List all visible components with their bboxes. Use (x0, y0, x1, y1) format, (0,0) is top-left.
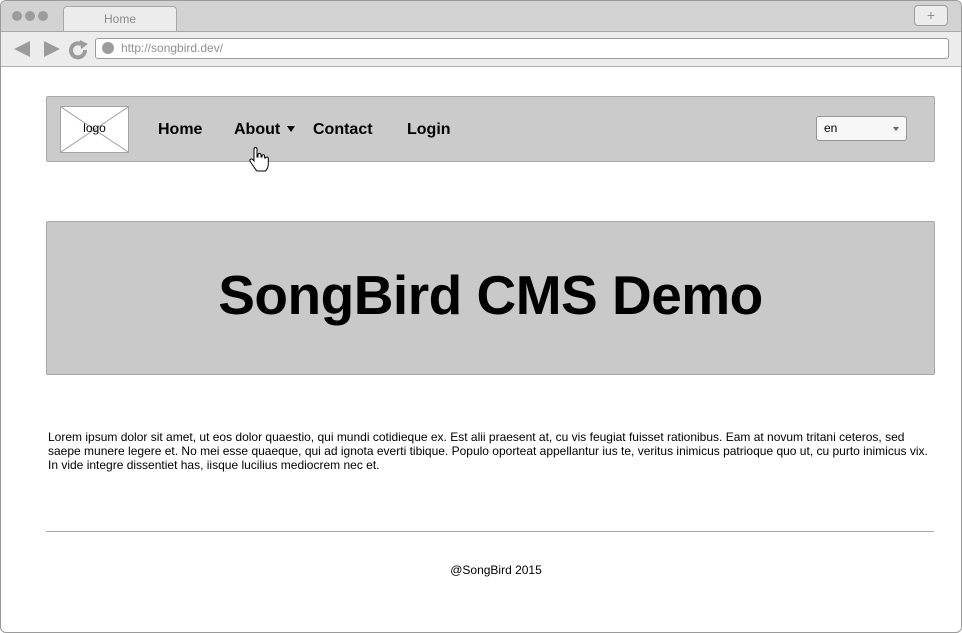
forward-arrow-icon[interactable] (42, 40, 62, 58)
window-control-dot[interactable] (25, 11, 35, 21)
footer-divider (46, 531, 934, 532)
browser-tab[interactable]: Home (63, 6, 177, 31)
url-text: http://songbird.dev/ (121, 41, 224, 55)
language-value: en (824, 121, 838, 135)
browser-window: Home + http://songbird.dev/ logo Home Ab (0, 0, 962, 633)
language-select[interactable]: en (816, 116, 907, 141)
site-icon (102, 42, 114, 54)
window-control-dot[interactable] (38, 11, 48, 21)
logo[interactable]: logo (60, 106, 129, 153)
title-bar: Home + (1, 1, 961, 32)
nav-link-about[interactable]: About (234, 121, 280, 139)
reload-icon[interactable] (68, 40, 90, 60)
new-tab-button[interactable]: + (914, 5, 948, 26)
content-paragraph: Lorem ipsum dolor sit amet, ut eos dolor… (48, 430, 928, 472)
window-control-dot[interactable] (12, 11, 22, 21)
hero-title: SongBird CMS Demo (218, 264, 763, 326)
footer-text: @SongBird 2015 (450, 563, 542, 577)
nav-link-contact[interactable]: Contact (313, 121, 373, 139)
browser-toolbar: http://songbird.dev/ (1, 32, 961, 67)
chevron-down-icon (893, 127, 899, 131)
dropdown-caret-icon[interactable] (287, 126, 295, 132)
tab-title: Home (103, 12, 136, 26)
nav-link-login[interactable]: Login (407, 121, 451, 139)
address-bar[interactable]: http://songbird.dev/ (95, 38, 949, 59)
hero-banner: SongBird CMS Demo (46, 221, 935, 375)
nav-link-home[interactable]: Home (158, 121, 202, 139)
back-arrow-icon[interactable] (12, 40, 32, 58)
hand-cursor-icon (249, 147, 269, 172)
site-navbar: logo Home About Contact Login en (46, 96, 935, 172)
logo-label: logo (83, 121, 106, 135)
